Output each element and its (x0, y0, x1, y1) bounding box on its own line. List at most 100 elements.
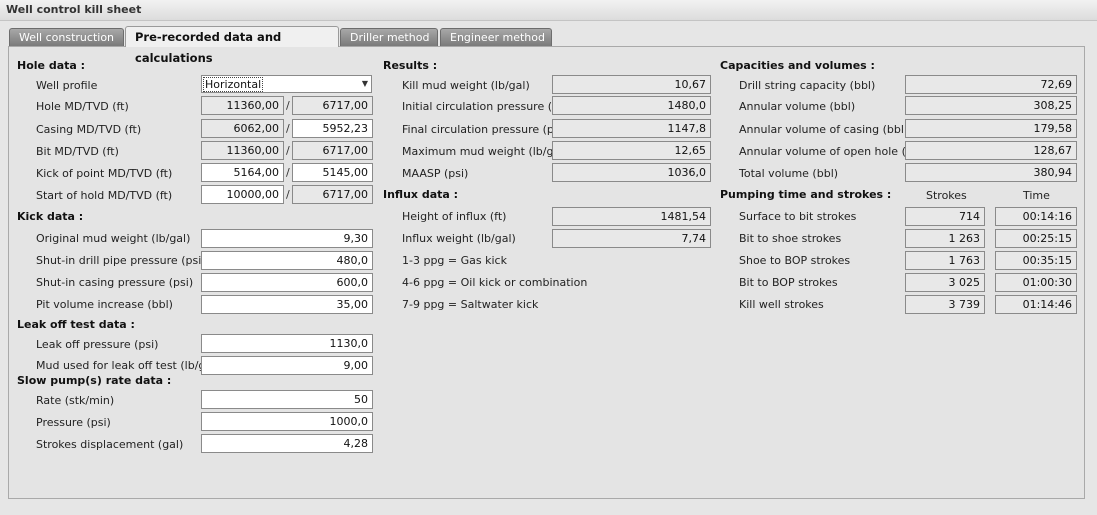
leak-off-pressure-field[interactable]: 1130,0 (201, 334, 373, 353)
fcp-field: 1147,8 (552, 119, 711, 138)
window-titlebar: Well control kill sheet (0, 0, 1097, 21)
sidpp-label: Shut-in drill pipe pressure (psi) (36, 254, 206, 267)
start-of-hold-md-field[interactable]: 10000,00 (201, 185, 284, 204)
annular-volume-casing-field: 179,58 (905, 119, 1077, 138)
casing-md-field: 6062,00 (201, 119, 284, 138)
surface-to-bit-strokes: 714 (905, 207, 985, 226)
kick-of-point-md-field[interactable]: 5164,00 (201, 163, 284, 182)
surface-to-bit-time: 00:14:16 (995, 207, 1077, 226)
shoe-to-bop-strokes: 1 763 (905, 251, 985, 270)
bit-to-bop-label: Bit to BOP strokes (739, 276, 838, 289)
md-tvd-separator: / (286, 122, 290, 135)
drill-string-capacity-field: 72,69 (905, 75, 1077, 94)
bit-to-bop-strokes: 3 025 (905, 273, 985, 292)
hole-md-tvd-label: Hole MD/TVD (ft) (36, 100, 129, 113)
capacities-header: Capacities and volumes : (720, 59, 875, 72)
pressure-label: Pressure (psi) (36, 416, 111, 429)
annular-volume-open-hole-field: 128,67 (905, 141, 1077, 160)
tab-well-construction[interactable]: Well construction (9, 28, 124, 46)
influx-weight-label: Influx weight (lb/gal) (402, 232, 516, 245)
total-volume-label: Total volume (bbl) (739, 167, 839, 180)
surface-to-bit-label: Surface to bit strokes (739, 210, 857, 223)
pressure-field[interactable]: 1000,0 (201, 412, 373, 431)
annular-volume-open-hole-label: Annular volume of open hole (bbl) (739, 145, 928, 158)
leak-off-header: Leak off test data : (17, 318, 135, 331)
annular-volume-label: Annular volume (bbl) (739, 100, 856, 113)
time-column-header: Time (1023, 189, 1050, 202)
drill-string-capacity-label: Drill string capacity (bbl) (739, 79, 876, 92)
fcp-label: Final circulation pressure (psi) (402, 123, 567, 136)
height-of-influx-label: Height of influx (ft) (402, 210, 507, 223)
well-profile-value: Horizontal (202, 77, 264, 92)
bit-to-shoe-strokes: 1 263 (905, 229, 985, 248)
window-title: Well control kill sheet (6, 3, 142, 16)
sicp-label: Shut-in casing pressure (psi) (36, 276, 194, 289)
influx-note-oil: 4-6 ppg = Oil kick or combination (402, 276, 588, 289)
leak-off-mud-field[interactable]: 9,00 (201, 356, 373, 375)
start-of-hold-tvd-field: 6717,00 (292, 185, 373, 204)
md-tvd-separator: / (286, 188, 290, 201)
maasp-label: MAASP (psi) (402, 167, 469, 180)
shoe-to-bop-label: Shoe to BOP strokes (739, 254, 851, 267)
rate-label: Rate (stk/min) (36, 394, 115, 407)
chevron-down-icon[interactable]: ▼ (362, 79, 368, 88)
well-profile-select[interactable]: Horizontal ▼ (201, 75, 372, 93)
hole-data-header: Hole data : (17, 59, 86, 72)
casing-md-tvd-label: Casing MD/TVD (ft) (36, 123, 142, 136)
kill-well-strokes: 3 739 (905, 295, 985, 314)
bit-tvd-field: 6717,00 (292, 141, 373, 160)
bit-to-shoe-label: Bit to shoe strokes (739, 232, 842, 245)
well-profile-label: Well profile (36, 79, 98, 92)
leak-off-mud-label: Mud used for leak off test (lb/gal) (36, 359, 220, 372)
influx-header: Influx data : (383, 188, 459, 201)
kill-mud-weight-label: Kill mud weight (lb/gal) (402, 79, 530, 92)
bit-to-shoe-time: 00:25:15 (995, 229, 1077, 248)
pumping-header: Pumping time and strokes : (720, 188, 892, 201)
strokes-displacement-field[interactable]: 4,28 (201, 434, 373, 453)
casing-tvd-field[interactable]: 5952,23 (292, 119, 373, 138)
leak-off-pressure-label: Leak off pressure (psi) (36, 338, 159, 351)
results-header: Results : (383, 59, 438, 72)
icp-label: Initial circulation pressure (psi) (402, 100, 573, 113)
hole-tvd-field: 6717,00 (292, 96, 373, 115)
tab-engineer-method[interactable]: Engineer method (440, 28, 552, 46)
sidpp-field[interactable]: 480,0 (201, 251, 373, 270)
rate-field[interactable]: 50 (201, 390, 373, 409)
max-mud-weight-field: 12,65 (552, 141, 711, 160)
hole-md-field: 11360,00 (201, 96, 284, 115)
influx-note-saltwater: 7-9 ppg = Saltwater kick (402, 298, 539, 311)
tab-driller-method[interactable]: Driller method (340, 28, 438, 46)
icp-field: 1480,0 (552, 96, 711, 115)
kick-data-header: Kick data : (17, 210, 84, 223)
total-volume-field: 380,94 (905, 163, 1077, 182)
maasp-field: 1036,0 (552, 163, 711, 182)
pit-volume-increase-field[interactable]: 35,00 (201, 295, 373, 314)
height-of-influx-field: 1481,54 (552, 207, 711, 226)
kick-of-point-label: Kick of point MD/TVD (ft) (36, 167, 173, 180)
strokes-column-header: Strokes (926, 189, 967, 202)
md-tvd-separator: / (286, 99, 290, 112)
influx-note-gas: 1-3 ppg = Gas kick (402, 254, 507, 267)
shoe-to-bop-time: 00:35:15 (995, 251, 1077, 270)
bit-to-bop-time: 01:00:30 (995, 273, 1077, 292)
bit-md-tvd-label: Bit MD/TVD (ft) (36, 145, 119, 158)
start-of-hold-label: Start of hold MD/TVD (ft) (36, 189, 173, 202)
slow-pump-header: Slow pump(s) rate data : (17, 374, 172, 387)
annular-volume-casing-label: Annular volume of casing (bbl) (739, 123, 909, 136)
kill-well-time: 01:14:46 (995, 295, 1077, 314)
bit-md-field: 11360,00 (201, 141, 284, 160)
annular-volume-field: 308,25 (905, 96, 1077, 115)
tab-pre-recorded-data[interactable]: Pre-recorded data and calculations (125, 26, 339, 65)
strokes-displacement-label: Strokes displacement (gal) (36, 438, 184, 451)
sicp-field[interactable]: 600,0 (201, 273, 373, 292)
pit-volume-increase-label: Pit volume increase (bbl) (36, 298, 173, 311)
md-tvd-separator: / (286, 144, 290, 157)
kill-mud-weight-field: 10,67 (552, 75, 711, 94)
original-mud-weight-field[interactable]: 9,30 (201, 229, 373, 248)
kick-of-point-tvd-field[interactable]: 5145,00 (292, 163, 373, 182)
influx-weight-field: 7,74 (552, 229, 711, 248)
max-mud-weight-label: Maximum mud weight (lb/gal) (402, 145, 568, 158)
original-mud-weight-label: Original mud weight (lb/gal) (36, 232, 191, 245)
md-tvd-separator: / (286, 166, 290, 179)
kill-well-label: Kill well strokes (739, 298, 824, 311)
